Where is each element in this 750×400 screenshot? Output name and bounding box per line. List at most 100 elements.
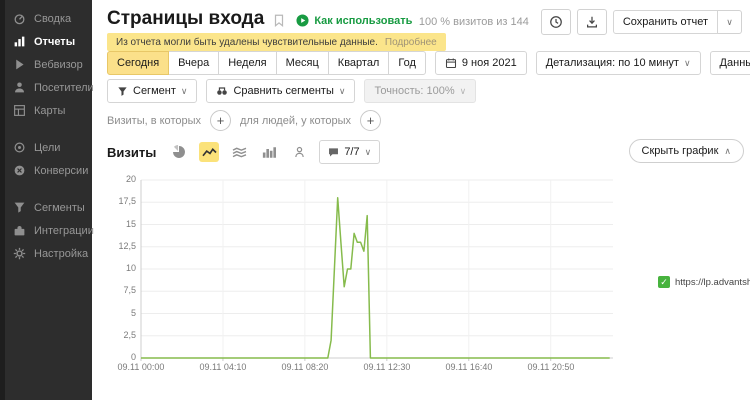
sidebar-item-conversions[interactable]: Конверсии: [0, 159, 92, 182]
target-icon: [13, 141, 26, 154]
period-week-button[interactable]: Неделя: [218, 51, 276, 75]
puzzle-icon: [13, 224, 26, 237]
sidebar-item-reports[interactable]: Отчеты: [0, 30, 92, 53]
sidebar-item-label: Настройка: [34, 248, 88, 260]
period-toolbar: Сегодня Вчера Неделя Месяц Квартал Год 9…: [107, 51, 750, 75]
period-year-button[interactable]: Год: [388, 51, 426, 75]
columns-chart-icon[interactable]: [259, 142, 279, 162]
sidebar-item-label: Сводка: [34, 13, 71, 25]
header-actions: 100 % визитов из 144 Сохранить отчет ∨: [419, 9, 742, 35]
x-axis-labels: 09.11 00:00 09.11 04:10 09.11 08:20 09.1…: [100, 362, 592, 372]
sidebar-item-label: Цели: [34, 142, 60, 154]
page-title: Страницы входа: [107, 8, 264, 30]
y-tick-label: 7,5: [96, 285, 136, 296]
save-report-button[interactable]: Сохранить отчет: [613, 10, 718, 34]
add-visit-filter-button[interactable]: +: [210, 110, 231, 131]
x-tick-label: 09.11 12:30: [346, 362, 428, 372]
sidebar-item-label: Вебвизор: [34, 59, 83, 71]
header: Страницы входа Как использовать: [107, 8, 412, 30]
compare-segments-dropdown[interactable]: Сравнить сегменты ∨: [206, 79, 355, 103]
segment-label: Сегмент: [133, 85, 176, 97]
legend-checkbox-icon[interactable]: ✓: [658, 276, 670, 288]
period-yesterday-button[interactable]: Вчера: [168, 51, 219, 75]
export-button[interactable]: [577, 9, 607, 35]
sidebar-item-label: Отчеты: [34, 36, 75, 48]
sidebar-item-label: Сегменты: [34, 202, 85, 214]
sidebar-item-label: Конверсии: [34, 165, 88, 177]
hide-chart-button[interactable]: Скрыть график ∧: [629, 139, 744, 163]
gear-icon: [13, 247, 26, 260]
period-button-group: Сегодня Вчера Неделя Месяц Квартал Год: [107, 51, 426, 75]
metric-toolbar: Визиты 7/7 ∨: [107, 140, 380, 164]
stacked-areas-icon[interactable]: [229, 142, 249, 162]
sidebar-item-maps[interactable]: Карты: [0, 99, 92, 122]
funnel-icon: [13, 201, 26, 214]
person-map-icon[interactable]: [289, 142, 309, 162]
data-mode-dropdown[interactable]: Данные: с роботами ∨: [710, 51, 750, 75]
chevron-down-icon: ∨: [726, 18, 733, 27]
detalization-label: Детализация: по 10 минут: [546, 57, 679, 69]
visits-filter-label: Визиты, в которых: [107, 115, 201, 127]
segment-dropdown[interactable]: Сегмент ∨: [107, 79, 197, 103]
calendar-icon: [445, 57, 457, 69]
sensitive-data-banner: Из отчета могли быть удалены чувствитель…: [107, 33, 446, 51]
bookmark-icon[interactable]: [272, 13, 286, 28]
metric-selector-dropdown[interactable]: 7/7 ∨: [319, 140, 380, 164]
data-mode-label: Данные: с роботами: [720, 57, 750, 69]
sidebar-item-goals[interactable]: Цели: [0, 136, 92, 159]
play-icon: [13, 58, 26, 71]
sidebar-item-label: Карты: [34, 105, 65, 117]
people-filter-label: для людей, у которых: [240, 115, 351, 127]
chevron-down-icon: ∨: [365, 148, 372, 157]
compare-segments-label: Сравнить сегменты: [233, 85, 333, 97]
how-to-use-link[interactable]: Как использовать: [296, 14, 412, 27]
sidebar-item-integrations[interactable]: Интеграции: [0, 219, 92, 242]
sidebar-item-segments[interactable]: Сегменты: [0, 196, 92, 219]
period-month-button[interactable]: Месяц: [276, 51, 329, 75]
visits-sample-info: 100 % визитов из 144: [419, 16, 529, 28]
sidebar-item-visitors[interactable]: Посетители: [0, 76, 92, 99]
x-tick-label: 09.11 20:50: [510, 362, 592, 372]
funnel-icon: [117, 86, 128, 97]
add-people-filter-button[interactable]: +: [360, 110, 381, 131]
chart-legend-item[interactable]: ✓ https://lp.advantshop.net/: [658, 276, 750, 288]
banner-more-link[interactable]: Подробнее: [385, 37, 437, 48]
sidebar-item-webvisor[interactable]: Вебвизор: [0, 53, 92, 76]
x-tick-label: 09.11 00:00: [100, 362, 182, 372]
chevron-down-icon: ∨: [460, 87, 467, 96]
date-picker-label: 9 ноя 2021: [462, 57, 517, 69]
y-tick-label: 2,5: [96, 330, 136, 341]
save-report-split-button: Сохранить отчет ∨: [613, 10, 742, 34]
sidebar-item-label: Интеграции: [34, 225, 94, 237]
history-button[interactable]: [541, 9, 571, 35]
bar-chart-icon: [13, 35, 26, 48]
gauge-icon: [13, 12, 26, 25]
precision-dropdown[interactable]: Точность: 100% ∨: [364, 79, 476, 103]
conversion-icon: [13, 164, 26, 177]
period-quarter-button[interactable]: Квартал: [328, 51, 390, 75]
visits-line-chart[interactable]: [141, 180, 613, 358]
x-tick-label: 09.11 16:40: [428, 362, 510, 372]
period-today-button[interactable]: Сегодня: [107, 51, 169, 75]
y-tick-label: 5: [96, 308, 136, 319]
date-picker-button[interactable]: 9 ноя 2021: [435, 51, 527, 75]
sidebar-item-settings[interactable]: Настройка: [0, 242, 92, 265]
sidebar-group-main: Сводка Отчеты Вебвизор Посетители Карты: [0, 0, 92, 122]
hide-chart-label: Скрыть график: [642, 145, 719, 157]
sidebar-item-summary[interactable]: Сводка: [0, 7, 92, 30]
y-tick-label: 20: [96, 174, 136, 185]
line-chart-icon[interactable]: [199, 142, 219, 162]
save-report-dropdown-button[interactable]: ∨: [718, 10, 742, 34]
y-tick-label: 10: [96, 263, 136, 274]
x-tick-label: 09.11 04:10: [182, 362, 264, 372]
pie-chart-icon[interactable]: [169, 142, 189, 162]
banner-text: Из отчета могли быть удалены чувствитель…: [116, 37, 378, 48]
filter-row: Визиты, в которых + для людей, у которых…: [107, 110, 381, 131]
detalization-dropdown[interactable]: Детализация: по 10 минут ∨: [536, 51, 701, 75]
comment-bubble-icon: [328, 147, 339, 158]
sidebar-group-settings: Сегменты Интеграции Настройка: [0, 196, 92, 265]
precision-label: Точность: 100%: [374, 85, 454, 97]
y-tick-label: 17,5: [96, 196, 136, 207]
y-axis-labels: 20 17,5 15 12,5 10 7,5 5 2,5 0: [96, 174, 136, 363]
chevron-down-icon: ∨: [684, 59, 691, 68]
